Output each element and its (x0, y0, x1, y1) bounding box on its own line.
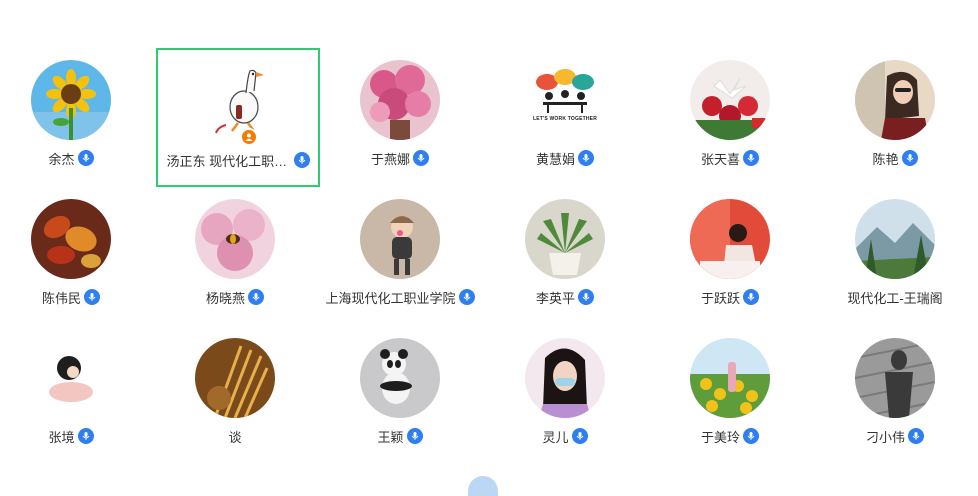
participant-name: 灵儿 (542, 429, 569, 445)
microphone-icon (571, 428, 588, 444)
participant-tile[interactable]: LET'S WORK TOGETHER 黄慧娟 (483, 48, 647, 186)
shadow-avatar (855, 338, 935, 418)
participant-tile[interactable]: 杨晓燕 (153, 187, 317, 325)
participant-name: 李英平 (535, 290, 575, 306)
participant-tile[interactable]: 于跃跃 (648, 187, 812, 325)
microphone-icon (77, 150, 94, 166)
goose-avatar (198, 61, 278, 141)
sketch-girl-avatar (31, 338, 111, 418)
microphone-icon (458, 289, 475, 305)
microphone-icon (406, 428, 423, 444)
participant-name: 黄慧娟 (535, 151, 575, 167)
microphone-icon (293, 152, 310, 168)
lets-work-together-avatar: LET'S WORK TOGETHER (525, 60, 605, 140)
microphone-icon (743, 428, 759, 444)
participant-name: 于燕娜 (370, 151, 410, 167)
participant-tile[interactable]: 现代化工-王瑞阁 (813, 187, 977, 325)
participant-name: 张境 (48, 429, 75, 445)
microphone-icon (578, 150, 594, 166)
participant-tile[interactable]: 王颖 (318, 326, 482, 464)
microphone-icon (413, 150, 429, 166)
yellow-flowers-avatar (690, 338, 770, 418)
sunflower-avatar (31, 60, 111, 140)
participant-name: 陈艳 (872, 151, 899, 167)
participant-tile[interactable]: 余杰 (0, 48, 153, 186)
autumn-leaves-avatar (31, 199, 111, 279)
participant-tile[interactable]: 张天喜 (648, 48, 812, 186)
microphone-icon (578, 289, 594, 305)
participant-name: 王颖 (377, 429, 404, 445)
avatar-caption: LET'S WORK TOGETHER (532, 116, 598, 122)
participant-tile[interactable]: 李英平 (483, 187, 647, 325)
microphone-icon (901, 150, 918, 166)
microphone-icon (248, 289, 264, 305)
microphone-icon (743, 289, 759, 305)
pink-flowers-avatar (360, 60, 440, 140)
participant-grid: 余杰 汤正东 现代化工职业学院 (0, 0, 978, 486)
participant-name: 于跃跃 (700, 290, 740, 306)
participant-tile[interactable]: 张境 (0, 326, 153, 464)
participant-name: 余杰 (48, 151, 75, 167)
participant-name: 现代化工-王瑞阁 (847, 290, 943, 306)
participant-name: 刁小伟 (865, 429, 905, 445)
participant-tile[interactable]: 刁小伟 (813, 326, 977, 464)
participant-name: 谈 (228, 429, 242, 445)
panda-toy-avatar (360, 338, 440, 418)
participant-name: 张天喜 (700, 151, 740, 167)
participant-name: 上海现代化工职业学院 (325, 290, 456, 306)
wheat-avatar (195, 338, 275, 418)
woman-writing-avatar (690, 199, 770, 279)
participant-tile[interactable]: 陈艳 (813, 48, 977, 186)
participant-tile[interactable]: 陈伟民 (0, 187, 153, 325)
participant-tile[interactable]: 谈 (153, 326, 317, 464)
participant-name: 于美玲 (700, 429, 740, 445)
woman-sunglasses-avatar (855, 60, 935, 140)
microphone-icon (84, 289, 100, 305)
pink-blossom-bee-avatar (195, 199, 275, 279)
microphone-icon (77, 428, 94, 444)
microphone-icon (908, 428, 924, 444)
participant-name: 汤正东 现代化工职业学院 (166, 153, 291, 169)
participant-tile[interactable]: 于美玲 (648, 326, 812, 464)
girl-selfie-avatar (525, 338, 605, 418)
participant-name: 杨晓燕 (205, 290, 245, 306)
microphone-icon (743, 150, 759, 166)
lily-bouquet-avatar (690, 60, 770, 140)
participant-tile-selected[interactable]: 汤正东 现代化工职业学院 (156, 48, 320, 187)
toddler-avatar (360, 199, 440, 279)
participant-name: 陈伟民 (41, 290, 81, 306)
participant-tile[interactable]: 上海现代化工职业学院 (318, 187, 482, 325)
participant-tile[interactable]: 灵儿 (483, 326, 647, 464)
mountain-landscape-avatar (855, 199, 935, 279)
potted-succulent-avatar (525, 199, 605, 279)
host-badge-icon (240, 128, 258, 146)
participant-tile[interactable]: 于燕娜 (318, 48, 482, 186)
